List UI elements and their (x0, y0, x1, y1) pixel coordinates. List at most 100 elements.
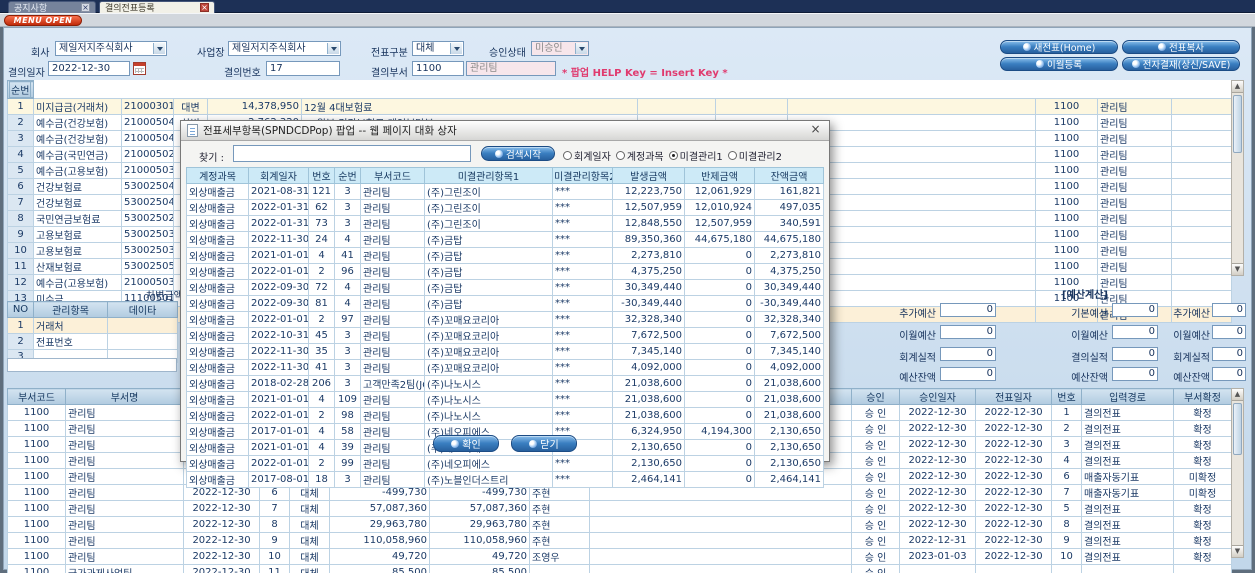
radio-open-mgmt2[interactable]: 미결관리2 (727, 148, 782, 163)
table-cell (1171, 146, 1232, 163)
tab-notice[interactable]: 공지사항 × (8, 1, 96, 14)
table-cell: 예수금(건강보험) (33, 130, 122, 147)
table-cell: 21000504 (121, 114, 174, 131)
table-row[interactable]: 외상매출금 2018-02-28 206 3 고객만족2팀(JC (주)나노시스 *** 21… (186, 375, 824, 392)
table-cell: 승 인 (851, 436, 900, 453)
carryover-button[interactable]: 이월등록 (1000, 57, 1118, 71)
table-cell: 관리팀 (360, 199, 425, 216)
table-row[interactable]: 외상매출금 2022-01-01 2 96 관리팀 (주)금탑 *** 4,375,250 0 4… (186, 263, 824, 280)
chevron-down-icon[interactable] (327, 43, 339, 54)
main-table-scrollbar[interactable]: ▲ ▼ (1231, 80, 1244, 276)
radio-open-mgmt1[interactable]: 미결관리1 (668, 148, 723, 163)
voucher-no-input[interactable] (266, 61, 340, 76)
budget-b-label2: 회계실적 (1173, 353, 1210, 364)
table-row[interactable]: 외상매출금 2022-01-31 73 3 관리팀 (주)그린조이 *** 12,848,55… (186, 215, 824, 232)
table-cell: 매출자동기표 (1081, 484, 1174, 501)
table-row[interactable]: 1 미지급금(거래처) 21000301 대변 14,378,950 12월 4대보험료 1… (7, 98, 1232, 115)
table-row[interactable]: 외상매출금 2022-11-30 41 3 관리팀 (주)꼬매요코리아 *** 4,092,0… (186, 359, 824, 376)
radio-account[interactable]: 계정과목 (615, 148, 664, 163)
table-row[interactable]: 외상매출금 2022-09-30 81 4 관리팀 (주)금탑 *** -30,349,440… (186, 295, 824, 312)
tab-voucher-register[interactable]: 결의전표등록 × (99, 1, 215, 14)
table-cell: 외상매출금 (186, 295, 249, 312)
table-row[interactable]: 외상매출금 2022-11-30 35 3 관리팀 (주)꼬매요코리아 *** 7,345,1… (186, 343, 824, 360)
search-start-button[interactable]: 검색시작 (481, 146, 555, 161)
calendar-icon[interactable] (133, 62, 146, 75)
chevron-down-icon[interactable] (575, 43, 587, 54)
table-cell: 2022-12-30 (183, 516, 260, 533)
table-cell: (주)나노시스 (424, 391, 553, 408)
date-input[interactable] (48, 61, 130, 76)
chevron-down-icon[interactable] (153, 43, 165, 54)
budget-b-label2: 추가예산 (1173, 309, 1210, 320)
table-cell: 외상매출금 (186, 359, 249, 376)
scroll-up-icon[interactable]: ▲ (1232, 389, 1243, 401)
table-cell: 44,675,180 (754, 231, 824, 248)
table-cell (589, 532, 852, 549)
table-row[interactable]: 외상매출금 2021-01-01 4 41 관리팀 (주)금탑 *** 2,273,810 0 2… (186, 247, 824, 264)
table-row[interactable]: 1100 관리팀 2022-12-30 10 대체 49,720 49,720 조영우 승 인2… (7, 548, 1232, 565)
table-cell: 4,375,250 (754, 263, 824, 280)
column-header: 번호 (1051, 388, 1082, 405)
scroll-down-icon[interactable]: ▼ (1232, 263, 1243, 275)
header-row: NO 관리항목 데이타 (7, 301, 178, 318)
table-cell: (주)나노시스 (424, 407, 553, 424)
tab-close-icon[interactable]: × (200, 3, 209, 12)
table-row[interactable]: 1100국가과제사업팀2022-12-3011대체85,50085,500승 인 (7, 564, 1232, 573)
table-row[interactable]: 1 거래처 (7, 317, 178, 334)
table-row[interactable]: 1100 관리팀 2022-12-30 8 대체 29,963,780 29,963,780… (7, 516, 1232, 533)
table-cell: 관리팀 (1097, 130, 1172, 147)
dept-code-field[interactable]: 1100 (412, 61, 464, 76)
bottom-table-scrollbar[interactable]: ▲ ▼ (1231, 388, 1244, 558)
ok-label: 확인 (462, 440, 481, 451)
table-cell: 1100 (1035, 194, 1098, 211)
table-cell: 2022-01-31 (248, 215, 309, 232)
table-row[interactable]: 외상매출금 2022-11-30 24 4 관리팀 (주)금탑 *** 89,350,360 4… (186, 231, 824, 248)
close-button[interactable]: 닫기 (511, 435, 577, 452)
table-row[interactable]: 외상매출금 2022-09-30 72 4 관리팀 (주)금탑 *** 30,349,440 0… (186, 279, 824, 296)
table-row[interactable]: 외상매출금 2017-08-01 18 3 관리팀 (주)노블인더스트리 *** 2,464,… (186, 471, 824, 488)
scroll-up-icon[interactable]: ▲ (1232, 81, 1243, 93)
table-row[interactable]: 외상매출금 2021-08-31 121 3 관리팀 (주)그린조이 *** 12,223,7… (186, 183, 824, 200)
radio-acct-date[interactable]: 회계일자 (563, 148, 611, 163)
scroll-thumb[interactable] (1233, 95, 1242, 153)
table-row[interactable]: 2 전표번호 (7, 333, 178, 350)
table-row[interactable]: 1100 관리팀 2022-12-30 7 대체 57,087,360 57,087,360… (7, 500, 1232, 517)
table-cell: 7 (259, 500, 290, 517)
table-cell: 1100 (7, 548, 66, 565)
table-row[interactable]: 외상매출금 2022-10-31 45 3 관리팀 (주)꼬매요코리아 *** 7,672,5… (186, 327, 824, 344)
table-cell: 3 (334, 327, 361, 344)
table-row[interactable]: 외상매출금 2022-01-01 2 98 관리팀 (주)나노시스 *** 21,038,60… (186, 407, 824, 424)
company-select[interactable]: 제일저지주식회사 (55, 41, 167, 56)
scroll-down-icon[interactable]: ▼ (1232, 545, 1243, 557)
search-input[interactable] (233, 145, 471, 162)
table-cell: 관리팀 (360, 215, 425, 232)
table-row[interactable]: 외상매출금 2022-01-01 2 97 관리팀 (주)꼬매요코리아 *** 32,328,… (186, 311, 824, 328)
chevron-down-icon[interactable] (450, 43, 462, 54)
table-row[interactable]: 외상매출금 2022-01-01 2 99 관리팀 (주)네오피에스 *** 2,130,65… (186, 455, 824, 472)
approval-submit-button[interactable]: 전자결재(상신/SAVE) (1122, 57, 1240, 71)
site-select[interactable]: 제일저지주식회사 (228, 41, 341, 56)
table-cell: 관리팀 (360, 471, 425, 488)
table-cell: 2022-12-30 (975, 468, 1052, 485)
table-cell: 2022-01-01 (248, 311, 309, 328)
tab-close-icon[interactable]: × (81, 3, 90, 12)
close-icon[interactable]: × (808, 123, 823, 138)
popup-title-bar[interactable]: 전표세부항목(SPNDCDPop) 팝업 -- 웹 페이지 대화 상자 × (181, 121, 829, 141)
table-cell: 3 (7, 130, 34, 147)
table-cell (1081, 564, 1174, 573)
table-row[interactable]: 외상매출금 2021-01-01 4 109 관리팀 (주)나노시스 *** 21,038,6… (186, 391, 824, 408)
budget-b-field: 0 (1112, 303, 1158, 317)
approve-state-select[interactable]: 미승인 (531, 41, 589, 56)
column-header: 계정명 (30, 81, 33, 98)
scroll-thumb[interactable] (1233, 403, 1242, 455)
table-cell (637, 98, 716, 115)
menu-open-button[interactable]: MENU OPEN (4, 15, 82, 26)
ok-button[interactable]: 확인 (433, 435, 499, 452)
copy-voucher-button[interactable]: 전표복사 (1122, 40, 1240, 54)
table-row[interactable]: 외상매출금 2022-01-31 62 3 관리팀 (주)그린조이 *** 12,507,95… (186, 199, 824, 216)
new-voucher-button[interactable]: 새전표(Home) (1000, 40, 1118, 54)
slip-type-select[interactable]: 대체 (412, 41, 464, 56)
table-cell: 53002504 (121, 178, 174, 195)
table-row[interactable]: 1100 관리팀 2022-12-30 9 대체 110,058,960 110,058,9… (7, 532, 1232, 549)
mgmt-extra-input[interactable] (7, 358, 177, 372)
